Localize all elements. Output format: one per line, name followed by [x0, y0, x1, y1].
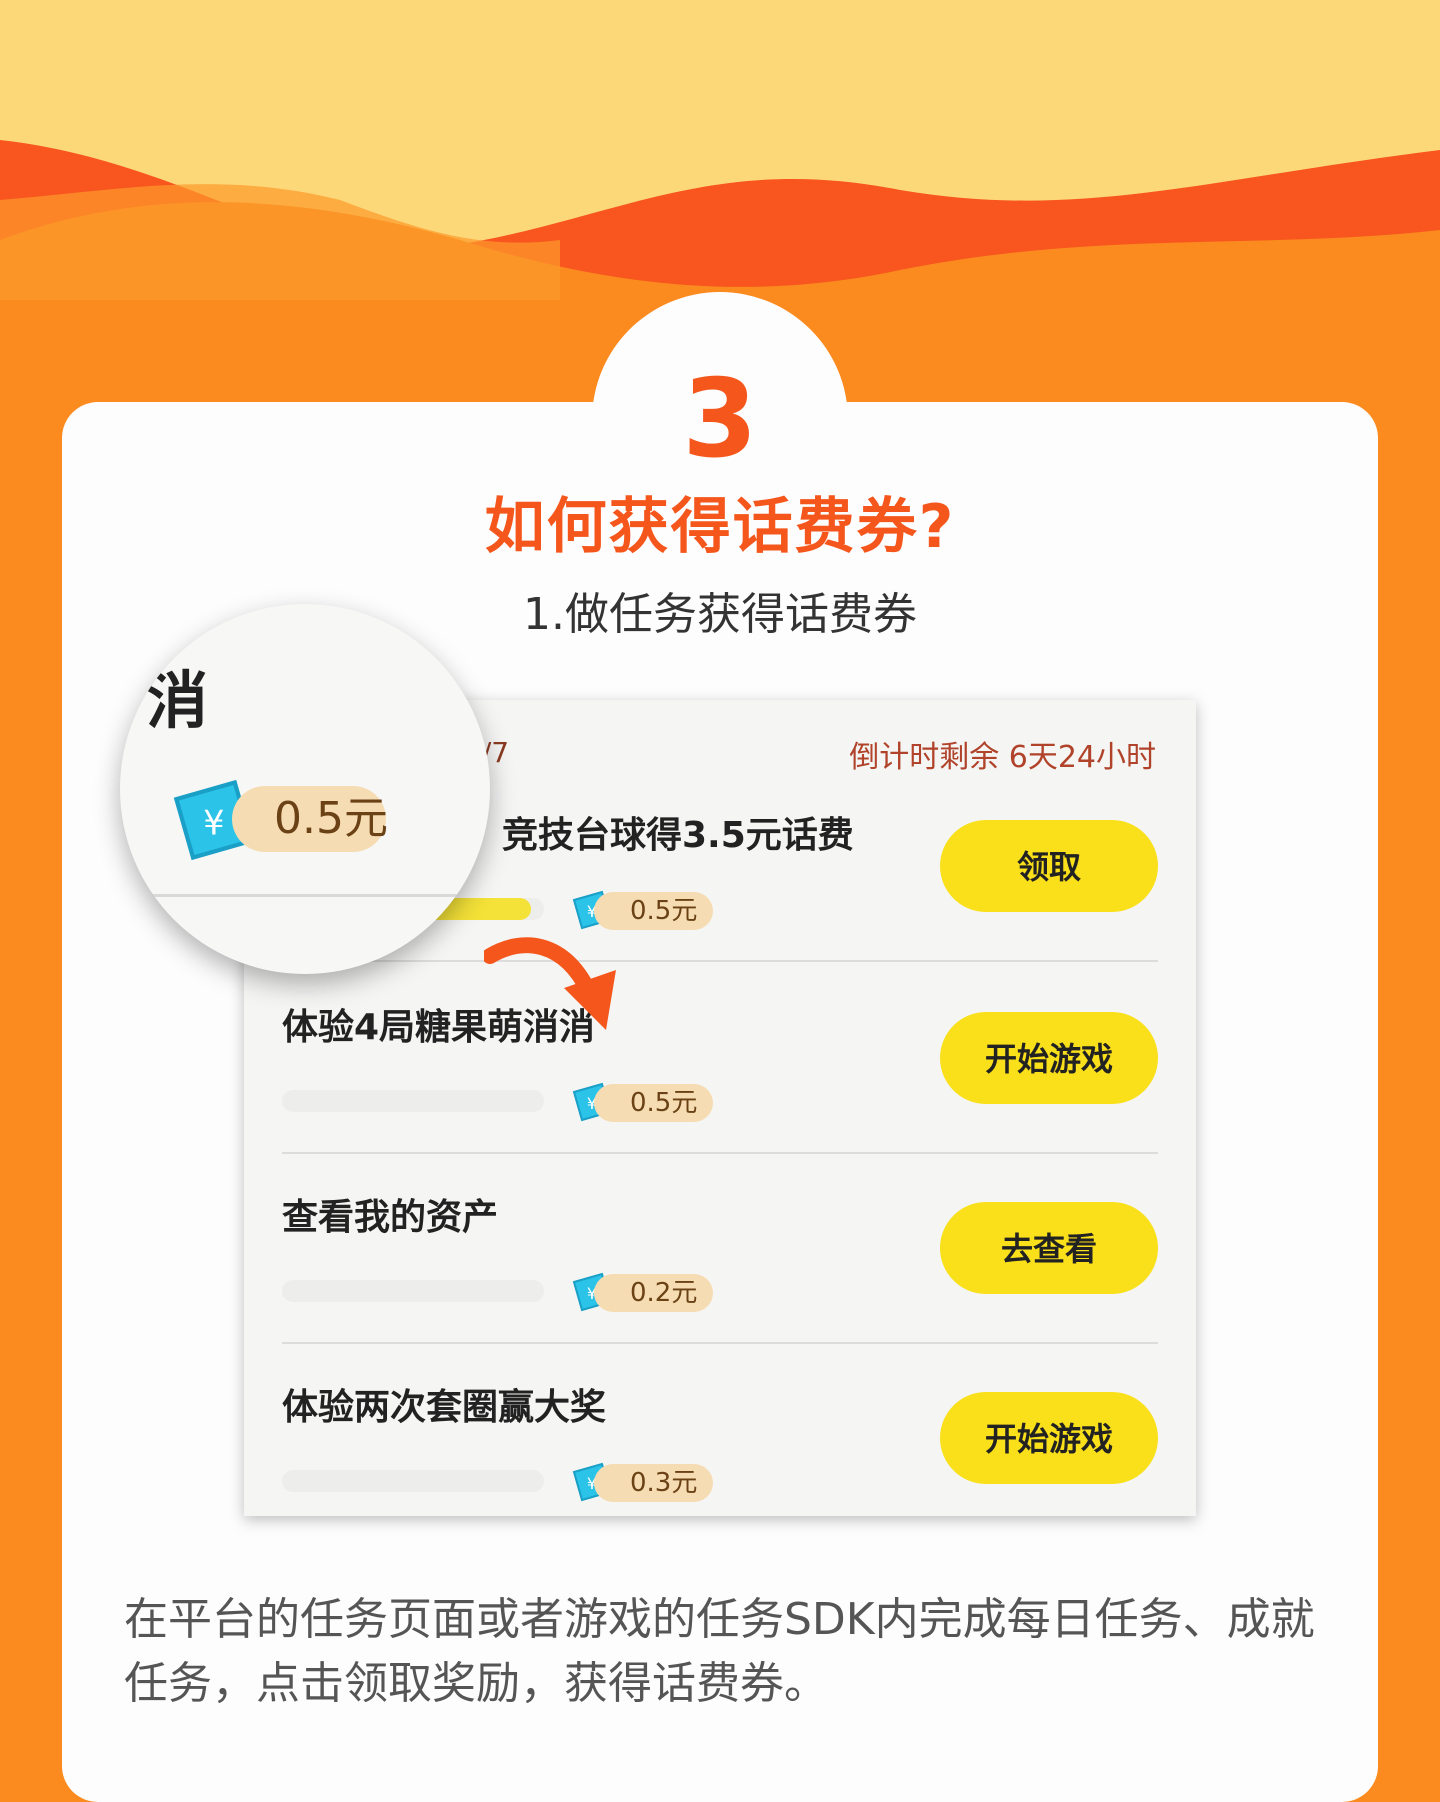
section-title: 如何获得话费券?: [484, 492, 956, 562]
task-progress-bar: [282, 1090, 544, 1112]
zoomed-reward-amount: 0.5元: [232, 786, 388, 852]
claim-button[interactable]: 领取: [940, 820, 1158, 912]
zoomed-task-text: 消: [146, 664, 209, 737]
task-row: 查看我的资产 ¥ 0.2元 去查看: [282, 1152, 1158, 1342]
task-progress-bar: [282, 1470, 544, 1492]
task-row: 体验两次套圈赢大奖 ¥ 0.3元 开始游戏: [282, 1342, 1158, 1516]
reward-amount: 0.2元: [594, 1274, 714, 1312]
svg-text:¥: ¥: [203, 804, 224, 843]
curved-arrow-icon: [484, 937, 616, 1030]
task-name: 体验两次套圈赢大奖: [282, 1387, 607, 1428]
divider: [120, 894, 490, 897]
task-progress-bar: [282, 1280, 544, 1302]
step-number: 3: [682, 357, 758, 482]
start-game-button[interactable]: 开始游戏: [940, 1392, 1158, 1484]
start-game-button[interactable]: 开始游戏: [940, 1012, 1158, 1104]
reward-amount: 0.5元: [594, 1084, 714, 1122]
description-text: 在平台的任务页面或者游戏的任务SDK内完成每日任务、成就任务，点击领取奖励，获得…: [124, 1594, 1315, 1709]
view-assets-button[interactable]: 去查看: [940, 1202, 1158, 1294]
reward-amount: 0.3元: [594, 1464, 714, 1502]
reward-amount: 0.5元: [594, 892, 714, 930]
task-name: 竞技台球得3.5元话费: [502, 815, 854, 856]
task-name: 查看我的资产: [282, 1197, 499, 1238]
magnifier-zoom: 消 ¥ 0.5元: [120, 604, 490, 974]
task-row: 体验4局糖果萌消消 ¥ 0.5元 开始游戏: [282, 962, 1158, 1152]
